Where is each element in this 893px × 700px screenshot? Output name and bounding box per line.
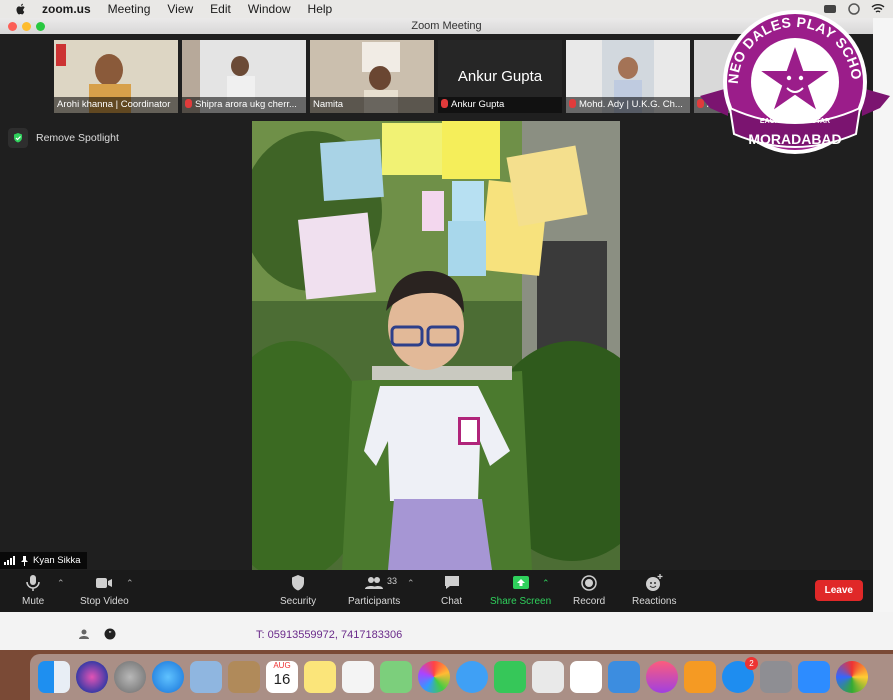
participant-thumbnail[interactable]: Mohd. Ady | U.K.G. Ch...	[566, 40, 690, 113]
meeting-toolbar: Mute ⌃ Stop Video ⌃ Security Participant…	[0, 570, 873, 612]
facetime-icon[interactable]	[494, 661, 526, 693]
participants-icon	[365, 577, 384, 589]
apple-icon[interactable]	[14, 2, 28, 16]
reactions-label: Reactions	[632, 596, 677, 607]
finder-icon[interactable]	[38, 661, 70, 693]
security-label: Security	[280, 596, 317, 607]
maps-icon[interactable]	[380, 661, 412, 693]
chat-button[interactable]: Chat	[441, 573, 462, 607]
logo-tagline: EACH CHILD A STAR	[760, 118, 830, 125]
launchpad-icon[interactable]	[114, 661, 146, 693]
spotlight-video-frame	[252, 121, 620, 570]
shield-icon	[8, 128, 28, 148]
notes-icon[interactable]	[304, 661, 336, 693]
calendar-day: 16	[273, 671, 291, 688]
messages-icon[interactable]	[456, 661, 488, 693]
app-store-icon[interactable]: 2	[722, 657, 758, 693]
siri-icon[interactable]	[76, 661, 108, 693]
music-icon[interactable]	[646, 661, 678, 693]
menu-window[interactable]: Window	[248, 2, 291, 16]
record-button[interactable]: Record	[573, 573, 605, 607]
zoom-icon[interactable]	[798, 661, 830, 693]
menu-help[interactable]: Help	[308, 2, 333, 16]
share-screen-icon	[512, 576, 529, 589]
record-icon	[581, 575, 597, 591]
mail-icon[interactable]	[190, 661, 222, 693]
menu-edit[interactable]: Edit	[210, 2, 231, 16]
muted-mic-icon	[185, 99, 192, 108]
chat-label: Chat	[441, 596, 463, 607]
keynote-icon[interactable]	[608, 661, 640, 693]
share-options-chevron-icon[interactable]: ⌃	[542, 578, 550, 589]
participant-caption: Ankur Gupta	[438, 97, 562, 113]
participant-thumbnail[interactable]: Namita	[310, 40, 434, 113]
person-icon[interactable]	[78, 628, 90, 640]
calendar-icon[interactable]: AUG 16	[266, 661, 298, 693]
participant-caption: Namita	[310, 97, 434, 113]
dock-bar: AUG 16 2	[30, 654, 893, 700]
mute-label: Mute	[22, 596, 45, 607]
school-logo-watermark: NEO DALES PLAY SCHOOL EACH CHILD A STAR …	[700, 4, 890, 154]
menu-view[interactable]: View	[167, 2, 193, 16]
video-camera-icon	[96, 578, 113, 588]
stop-video-label: Stop Video	[80, 596, 129, 607]
security-button[interactable]: Security	[280, 573, 316, 607]
shield-icon	[292, 575, 305, 591]
participants-options-chevron-icon[interactable]: ⌃	[407, 578, 415, 589]
participant-caption: Arohi khanna | Coordinator	[54, 97, 178, 113]
mute-button[interactable]: Mute	[22, 573, 44, 607]
remove-spotlight-button[interactable]: Remove Spotlight	[8, 128, 119, 148]
chat-bubble-icon	[444, 576, 459, 589]
reminders-icon[interactable]	[342, 661, 374, 693]
participants-label: Participants	[348, 596, 401, 607]
system-preferences-icon[interactable]	[760, 661, 792, 693]
participant-name-placeholder: Ankur Gupta	[457, 68, 543, 85]
preview-icon[interactable]	[532, 661, 564, 693]
photos-icon[interactable]	[418, 661, 450, 693]
numbers-icon[interactable]	[570, 661, 602, 693]
app-store-badge: 2	[745, 657, 758, 670]
stop-video-button[interactable]: Stop Video	[80, 573, 129, 607]
svg-text:": "	[109, 630, 112, 639]
logo-city: MORADABAD	[748, 131, 841, 147]
video-options-chevron-icon[interactable]: ⌃	[126, 578, 134, 589]
spotlight-video	[252, 121, 620, 570]
participant-caption: Mohd. Ady | U.K.G. Ch...	[566, 97, 690, 113]
reactions-button[interactable]: Reactions	[632, 573, 676, 607]
background-icons: "	[78, 628, 116, 640]
safari-icon[interactable]	[152, 661, 184, 693]
macos-dock: AUG 16 2	[0, 650, 893, 700]
muted-mic-icon	[569, 99, 576, 108]
contacts-icon[interactable]	[228, 661, 260, 693]
participant-caption: Shipra arora ukg cherr...	[182, 97, 306, 113]
participant-thumbnail[interactable]: Arohi khanna | Coordinator	[54, 40, 178, 113]
menu-app-name[interactable]: zoom.us	[42, 2, 91, 16]
participant-thumbnail[interactable]: Shipra arora ukg cherr...	[182, 40, 306, 113]
audio-options-chevron-icon[interactable]: ⌃	[57, 578, 65, 589]
calendar-month: AUG	[273, 661, 291, 670]
speaker-name: Kyan Sikka	[33, 555, 81, 566]
remove-spotlight-label: Remove Spotlight	[36, 132, 119, 144]
smiley-icon	[646, 574, 663, 591]
participants-count: 33	[387, 576, 398, 586]
pin-icon	[21, 555, 28, 566]
menu-meeting[interactable]: Meeting	[108, 2, 151, 16]
contact-phone-text: T: 05913559972, 7417183306	[256, 629, 403, 641]
quote-icon[interactable]: "	[104, 628, 116, 640]
chrome-icon[interactable]	[836, 661, 868, 693]
background-window: " T: 05913559972, 7417183306	[0, 612, 893, 650]
microphone-icon	[26, 575, 40, 591]
share-screen-label: Share Screen	[490, 596, 552, 607]
signal-strength-icon	[4, 556, 15, 565]
leave-button[interactable]: Leave	[814, 580, 863, 601]
participant-thumbnail[interactable]: Ankur Gupta Ankur Gupta	[438, 40, 562, 113]
active-speaker-label: Kyan Sikka	[0, 552, 87, 569]
record-label: Record	[573, 596, 606, 607]
books-icon[interactable]	[684, 661, 716, 693]
muted-mic-icon	[441, 99, 448, 108]
